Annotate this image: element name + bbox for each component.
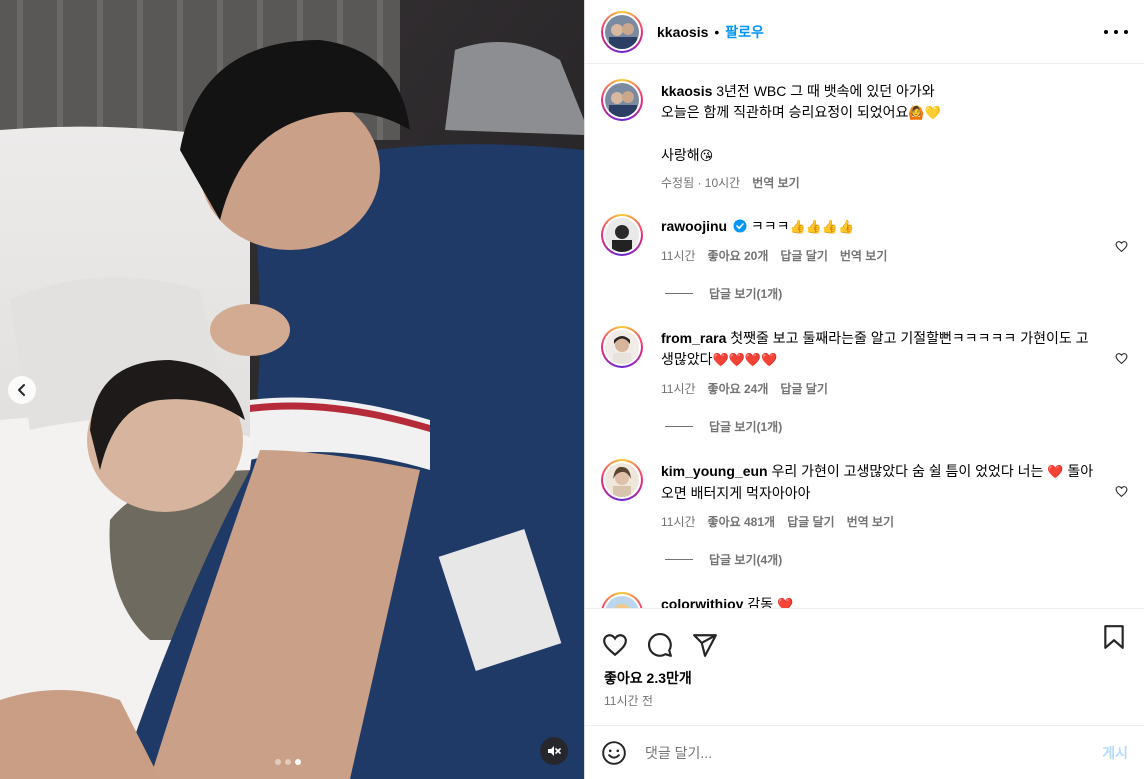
emoji-icon[interactable] (601, 740, 627, 766)
comment: colorwithjoy 감동 ❤️ (601, 592, 1128, 608)
reply-button[interactable]: 답글 달기 (780, 246, 828, 267)
comment-likes[interactable]: 좋아요 24개 (708, 379, 769, 400)
comments-list[interactable]: kkaosis 3년전 WBC 그 때 뱃속에 있던 아가와 오늘은 함께 직관… (585, 65, 1144, 608)
carousel-indicator (275, 759, 301, 765)
post-modal: kkaosis • 팔로우 kkaosis 3년전 WBC 그 때 뱃속에 있던… (0, 0, 1144, 779)
verified-icon (733, 219, 747, 233)
comment-text: ㅋㅋㅋ (750, 218, 790, 234)
caption: kkaosis 3년전 WBC 그 때 뱃속에 있던 아가와 오늘은 함께 직관… (601, 79, 1128, 194)
translate-link[interactable]: 번역 보기 (840, 246, 888, 267)
share-icon (693, 633, 717, 657)
share-button[interactable] (691, 631, 719, 659)
reply-button[interactable]: 답글 달기 (787, 512, 835, 533)
video-frame (0, 0, 584, 779)
caption-edited-time: 수정됨 · 10시간 (661, 176, 741, 190)
caption-text: 3년전 WBC 그 때 뱃속에 있던 아가와 (716, 83, 935, 99)
post-header: kkaosis • 팔로우 (585, 0, 1144, 64)
save-button[interactable] (1100, 623, 1128, 651)
caption-username[interactable]: kkaosis (661, 83, 712, 99)
view-replies-button[interactable]: 답글 보기(1개) (665, 285, 1128, 302)
reply-button[interactable]: 답글 달기 (780, 379, 828, 400)
author-avatar[interactable] (601, 10, 643, 53)
caption-text: 사랑해 (661, 147, 700, 163)
like-count[interactable]: 좋아요 2.3만개 (604, 668, 692, 688)
comment-text: 감동 (747, 596, 774, 608)
mute-button[interactable] (540, 737, 568, 765)
mute-icon (548, 746, 561, 756)
commenter-avatar[interactable] (601, 459, 643, 501)
like-button[interactable] (601, 631, 629, 659)
comment-text: 우리 가현이 고생많았다 숨 쉴 틈이 었었다 너는 (771, 463, 1044, 479)
emoji: 😘 (699, 149, 714, 164)
carousel-dot (275, 759, 281, 765)
commenter-avatar[interactable] (601, 592, 643, 608)
comment-likes[interactable]: 좋아요 20개 (708, 246, 769, 267)
heart-icon (603, 633, 627, 656)
comment-time: 11시간 (661, 515, 696, 529)
carousel-prev-button[interactable] (8, 376, 36, 404)
comment-input[interactable] (645, 744, 1065, 761)
bookmark-icon (1104, 625, 1124, 649)
carousel-dot-active (295, 759, 301, 765)
post-comment-button[interactable]: 게시 (1102, 743, 1128, 763)
commenter-username[interactable]: colorwithjoy (661, 596, 743, 608)
caption-text: 오늘은 함께 직관하며 승리요정이 되었어요 (661, 104, 909, 120)
carousel-dot (285, 759, 291, 765)
post-panel: kkaosis • 팔로우 kkaosis 3년전 WBC 그 때 뱃속에 있던… (584, 0, 1144, 779)
action-bar (585, 608, 1144, 666)
view-replies-button[interactable]: 답글 보기(1개) (665, 418, 1128, 435)
commenter-avatar[interactable] (601, 214, 643, 256)
post-time: 11시간 전 (604, 694, 653, 708)
author-avatar[interactable] (601, 79, 643, 121)
comment-time: 11시간 (661, 382, 696, 396)
emoji: ❤️ (1047, 465, 1064, 480)
comment-likes[interactable]: 좋아요 481개 (708, 512, 776, 533)
commenter-username[interactable]: from_rara (661, 330, 726, 346)
emoji: ❤️❤️❤️❤️ (712, 353, 778, 368)
view-replies-button[interactable]: 답글 보기(4개) (665, 551, 1128, 568)
post-media[interactable] (0, 0, 584, 779)
more-options-button[interactable] (1104, 22, 1128, 42)
comment-time: 11시간 (661, 249, 696, 263)
avatar-photo (605, 83, 639, 117)
avatar-photo (605, 463, 639, 497)
comment: rawoojinu ㅋㅋㅋ👍👍👍👍 11시간 좋아요 20개 답글 달기 번역 … (601, 214, 1128, 267)
chevron-left-icon (18, 384, 25, 396)
follow-button[interactable]: 팔로우 (725, 22, 764, 42)
avatar-photo (605, 14, 639, 49)
commenter-username[interactable]: kim_young_eun (661, 463, 768, 479)
translate-link[interactable]: 번역 보기 (752, 173, 800, 194)
separator: • (714, 23, 720, 40)
commenter-username[interactable]: rawoojinu (661, 218, 727, 234)
avatar-photo (605, 218, 639, 252)
avatar-photo (605, 596, 639, 608)
comment: from_rara 첫쨋줄 보고 둘째라는줄 알고 기절할뻔ㅋㅋㅋㅋㅋ 가현이도… (601, 326, 1128, 400)
comment-like-heart-icon[interactable] (1115, 485, 1128, 498)
author-username[interactable]: kkaosis (657, 24, 708, 40)
emoji: 🙆💛 (908, 106, 941, 121)
comment: kim_young_eun 우리 가현이 고생많았다 숨 쉴 틈이 었었다 너는… (601, 459, 1128, 533)
comment-composer: 게시 (585, 725, 1144, 779)
comment-like-heart-icon[interactable] (1115, 240, 1128, 253)
comment-button[interactable] (646, 631, 674, 659)
translate-link[interactable]: 번역 보기 (847, 512, 895, 533)
emoji: ❤️ (777, 598, 794, 608)
comment-like-heart-icon[interactable] (1115, 352, 1128, 365)
more-icon (1104, 30, 1108, 34)
commenter-avatar[interactable] (601, 326, 643, 368)
comment-icon (648, 632, 672, 657)
emoji: 👍👍👍👍 (789, 220, 855, 235)
avatar-photo (605, 330, 639, 364)
